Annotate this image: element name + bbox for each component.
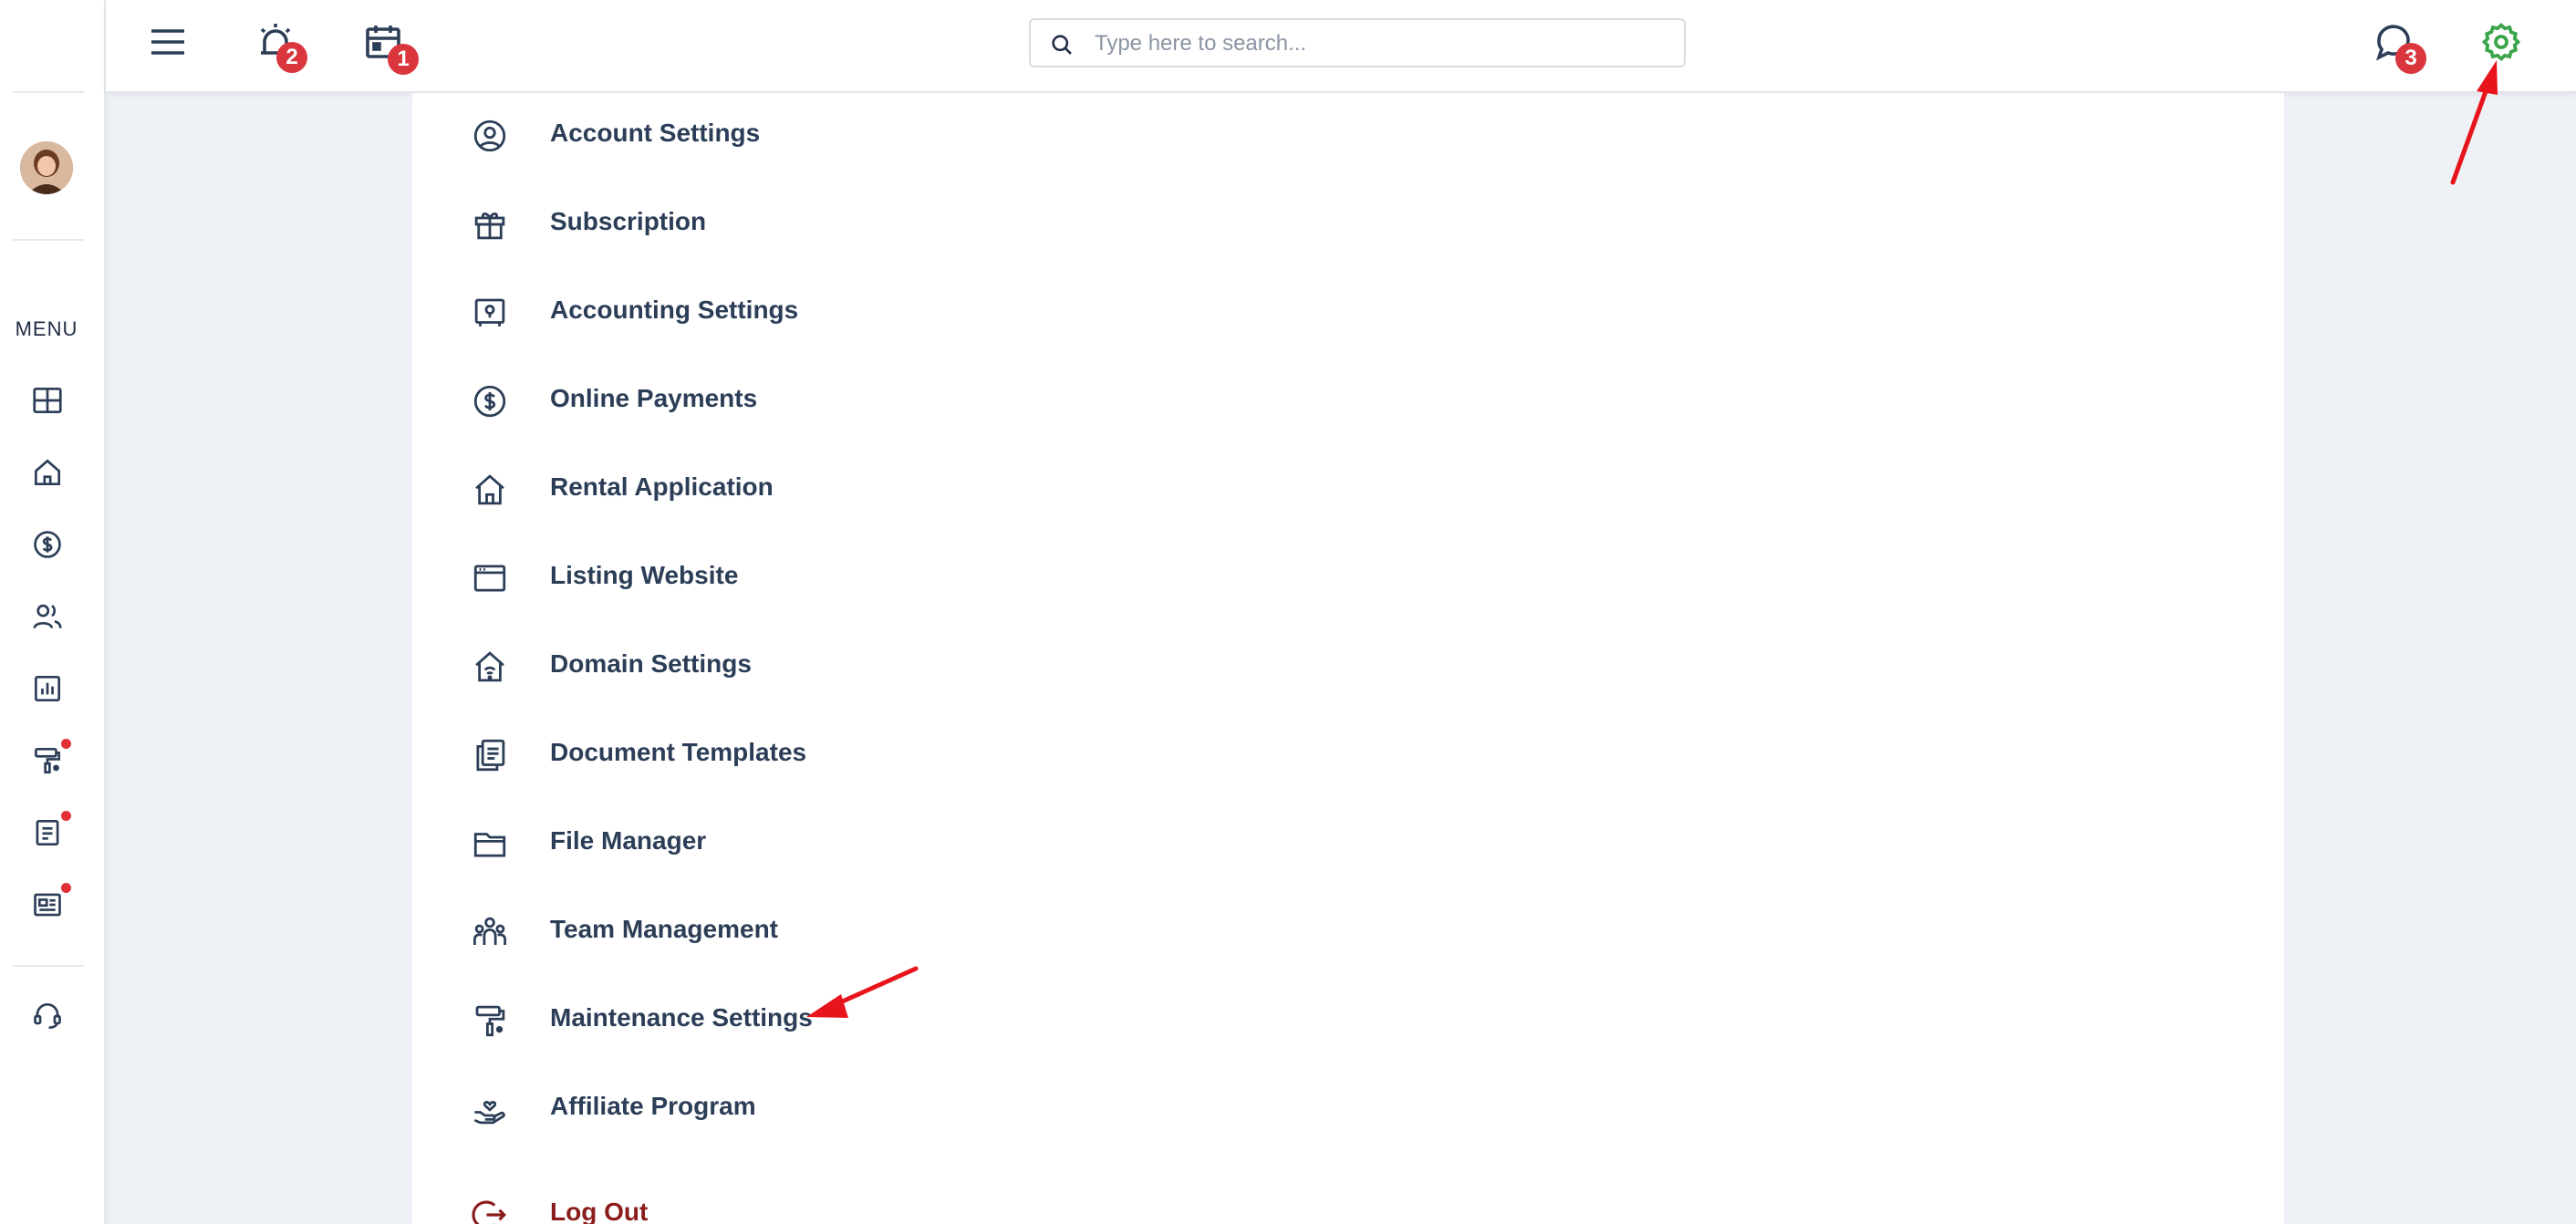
menu-item-document-templates[interactable]: Document Templates (412, 721, 1142, 785)
top-bar: 2 1 3 (106, 0, 2576, 93)
dollar-circle-icon (471, 382, 509, 420)
menu-item-label: Document Templates (550, 738, 807, 766)
folder-icon (471, 825, 509, 863)
sidebar-divider (13, 239, 84, 241)
dashboard-icon[interactable] (30, 383, 65, 418)
menu-label: MENU (15, 317, 78, 340)
dollar-circle-icon[interactable] (30, 527, 65, 562)
menu-item-label: Subscription (550, 207, 707, 235)
documents-icon (471, 736, 509, 774)
newspaper-icon[interactable] (30, 887, 65, 922)
menu-item-accounting-settings[interactable]: Accounting Settings (412, 279, 1142, 343)
search-bar[interactable] (1029, 18, 1686, 67)
menu-item-label: Log Out (550, 1198, 649, 1224)
menu-item-label: Account Settings (550, 119, 761, 147)
gift-icon (471, 205, 509, 244)
hand-heart-icon (471, 1090, 509, 1128)
notification-dot (61, 739, 71, 749)
menu-item-file-manager[interactable]: File Manager (412, 810, 1142, 874)
menu-item-account-settings[interactable]: Account Settings (412, 102, 1142, 166)
hamburger-menu-icon[interactable] (146, 20, 190, 64)
menu-item-label: Accounting Settings (550, 296, 799, 324)
chat-badge: 3 (2395, 43, 2426, 74)
paint-roller-icon[interactable] (30, 743, 65, 778)
menu-item-label: Listing Website (550, 561, 739, 589)
browser-window-icon (471, 559, 509, 597)
menu-item-label: Domain Settings (550, 649, 752, 678)
menu-item-label: Rental Application (550, 472, 774, 501)
house-icon (471, 471, 509, 509)
user-circle-icon (471, 117, 509, 155)
menu-item-log-out[interactable]: Log Out (412, 1181, 1142, 1224)
menu-item-label: Team Management (550, 915, 778, 943)
menu-item-label: Affiliate Program (550, 1092, 756, 1120)
notification-dot (61, 811, 71, 821)
gear-icon[interactable] (2479, 20, 2523, 64)
menu-item-listing-website[interactable]: Listing Website (412, 545, 1142, 608)
sidebar-divider (13, 91, 84, 93)
house-signal-icon (471, 648, 509, 686)
sidebar-divider (13, 965, 84, 967)
document-list-icon[interactable] (30, 815, 65, 850)
menu-item-domain-settings[interactable]: Domain Settings (412, 633, 1142, 697)
menu-item-label: Online Payments (550, 384, 758, 412)
search-input[interactable] (1095, 27, 1660, 60)
menu-item-label: File Manager (550, 826, 707, 855)
menu-item-affiliate-program[interactable]: Affiliate Program (412, 1075, 1142, 1139)
notification-dot (61, 883, 71, 893)
menu-item-maintenance-settings[interactable]: Maintenance Settings (412, 987, 1142, 1051)
logout-icon (471, 1196, 509, 1224)
menu-item-online-payments[interactable]: Online Payments (412, 368, 1142, 431)
support-headset-icon[interactable] (30, 999, 65, 1033)
safe-icon (471, 294, 509, 332)
paint-roller-icon (471, 1001, 509, 1040)
menu-item-subscription[interactable]: Subscription (412, 191, 1142, 254)
search-icon (1052, 35, 1072, 55)
users-icon[interactable] (30, 599, 65, 634)
menu-item-team-management[interactable]: Team Management (412, 898, 1142, 962)
left-sidebar: MENU (0, 0, 106, 1224)
reports-chart-icon[interactable] (30, 671, 65, 706)
alarm-badge: 2 (276, 42, 307, 73)
menu-item-rental-application[interactable]: Rental Application (412, 456, 1142, 520)
team-icon (471, 913, 509, 951)
settings-menu-panel: Account Settings Subscription Accounting… (412, 93, 2284, 1224)
menu-item-label: Maintenance Settings (550, 1003, 813, 1032)
avatar[interactable] (20, 141, 73, 194)
home-icon[interactable] (30, 455, 65, 490)
calendar-badge: 1 (388, 44, 419, 75)
